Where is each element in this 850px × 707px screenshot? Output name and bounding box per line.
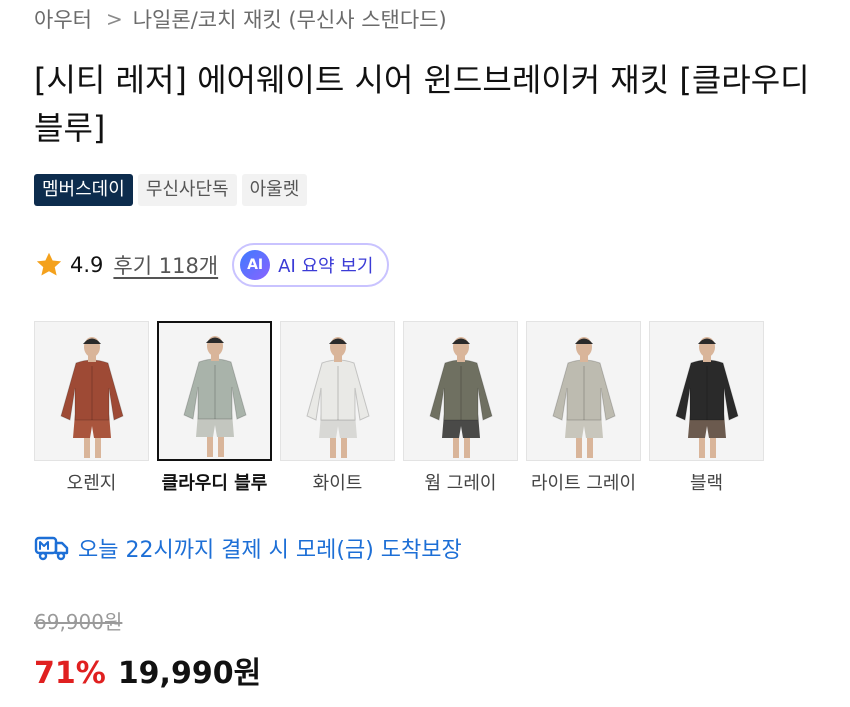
model-hair bbox=[451, 338, 470, 344]
star-icon bbox=[36, 252, 62, 276]
model-hair bbox=[82, 338, 101, 344]
sale-price-row: 71% 19,990원 bbox=[34, 648, 261, 692]
color-thumbnail bbox=[526, 321, 641, 461]
model-hair bbox=[205, 337, 224, 343]
color-option-label: 블랙 bbox=[689, 473, 724, 494]
color-option-label: 라이트 그레이 bbox=[530, 473, 637, 494]
chevron-right-icon: > bbox=[105, 7, 123, 31]
original-price: 69,900원 bbox=[34, 610, 123, 634]
breadcrumb-subcategory[interactable]: 나일론/코치 재킷 (무신사 스탠다드) bbox=[133, 4, 447, 34]
breadcrumb-category[interactable]: 아우터 bbox=[34, 4, 92, 34]
model-image bbox=[59, 337, 124, 458]
color-thumbnail bbox=[403, 321, 518, 461]
color-thumbnail bbox=[280, 321, 395, 461]
model-hair bbox=[574, 338, 593, 344]
rating-score: 4.9 bbox=[70, 253, 104, 277]
badge-members-day: 멤버스데이 bbox=[34, 174, 133, 206]
discount-rate: 71% bbox=[34, 656, 106, 691]
color-option-selected[interactable]: 클라우디 블루 bbox=[157, 321, 272, 495]
breadcrumb: 아우터 > 나일론/코치 재킷 (무신사 스탠다드) bbox=[34, 4, 447, 34]
model-image bbox=[305, 337, 370, 458]
color-option[interactable]: 웜 그레이 bbox=[403, 321, 518, 495]
model-hair bbox=[328, 338, 347, 344]
review-count-link[interactable]: 후기 118개 bbox=[113, 250, 218, 280]
model-image bbox=[182, 336, 247, 457]
badge-outlet: 아울렛 bbox=[241, 174, 308, 206]
color-option-label: 웜 그레이 bbox=[424, 473, 497, 494]
color-option-label: 화이트 bbox=[312, 473, 363, 494]
color-option-label: 클라우디 블루 bbox=[161, 473, 268, 494]
model-hair bbox=[697, 338, 716, 344]
badge-exclusive: 무신사단독 bbox=[137, 174, 237, 206]
color-option[interactable]: 라이트 그레이 bbox=[526, 321, 641, 495]
ai-summary-label: AI 요약 보기 bbox=[278, 256, 374, 277]
model-image bbox=[551, 337, 616, 458]
color-thumbnail bbox=[157, 321, 272, 461]
ai-icon: AI bbox=[240, 250, 271, 280]
rating-row: 4.9 후기 118개 AI AI 요약 보기 bbox=[34, 243, 390, 287]
product-title: [시티 레저] 에어웨이트 시어 윈드브레이커 재킷 [클라우디 블루] bbox=[34, 61, 810, 147]
color-option[interactable]: 오렌지 bbox=[34, 321, 149, 495]
color-option[interactable]: 블랙 bbox=[649, 321, 764, 495]
color-option-list: 오렌지 클라우디 블루 화이트 웜 그레이 라이트 그레이 블랙 bbox=[34, 321, 764, 495]
badge-list: 멤버스데이 무신사단독 아울렛 bbox=[34, 174, 308, 206]
model-image bbox=[674, 337, 739, 458]
delivery-truck-icon bbox=[34, 536, 69, 561]
color-option-label: 오렌지 bbox=[66, 473, 117, 494]
color-option[interactable]: 화이트 bbox=[280, 321, 395, 495]
delivery-guarantee[interactable]: 오늘 22시까지 결제 시 모레(금) 도착보장 bbox=[34, 532, 462, 564]
model-image bbox=[428, 337, 493, 458]
final-price: 19,990원 bbox=[117, 656, 262, 691]
color-thumbnail bbox=[649, 321, 764, 461]
delivery-text: 오늘 22시까지 결제 시 모레(금) 도착보장 bbox=[78, 538, 462, 563]
color-thumbnail bbox=[34, 321, 149, 461]
ai-summary-button[interactable]: AI AI 요약 보기 bbox=[232, 243, 390, 287]
